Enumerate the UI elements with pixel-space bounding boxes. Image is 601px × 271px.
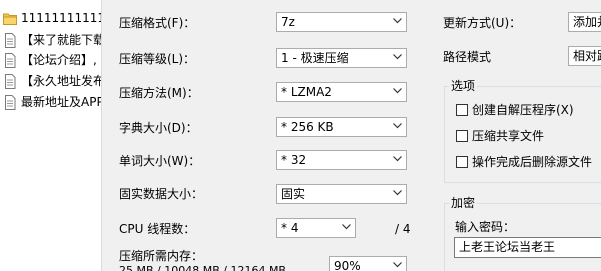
file-list-item[interactable]: 【论坛介绍】, [0, 50, 101, 70]
method-select[interactable]: * LZMA2 [276, 82, 407, 102]
options-group-title: 选项 [449, 79, 478, 93]
method-label: 压缩方法(M)： [119, 86, 199, 100]
shared-files-checkbox[interactable] [456, 130, 468, 142]
word-size-select[interactable]: * 32 [276, 150, 407, 170]
sfx-checkbox[interactable] [456, 104, 468, 116]
path-mode-select[interactable]: 相对路 [568, 46, 601, 66]
text-file-icon [5, 95, 16, 110]
path-mode-label: 路径模式 [443, 50, 492, 64]
file-list-item-label: 最新地址及APP [21, 95, 101, 109]
dict-size-select[interactable]: * 256 KB [276, 117, 407, 137]
cpu-threads-select[interactable]: * 4 [276, 218, 356, 238]
format-select[interactable]: 7z [276, 12, 407, 32]
cpu-threads-max: / 4 [395, 222, 411, 236]
file-list: 11111111111 【来了就能下载 【论坛介绍】, 【永久地址发布 最新地址… [0, 0, 101, 271]
level-value: 1 - 极速压缩 [281, 51, 349, 65]
update-mode-value: 添加并 [573, 15, 601, 29]
file-list-item[interactable]: 【来了就能下载 [0, 30, 101, 50]
update-mode-select[interactable]: 添加并 [568, 12, 601, 32]
level-label: 压缩等级(L)： [119, 52, 196, 66]
file-list-item-label: 【来了就能下载 [21, 33, 101, 47]
archive-options-dialog: 压缩格式(F)： 7z 压缩等级(L)： 1 - 极速压缩 压缩方法(M)： *… [101, 0, 601, 271]
cpu-threads-value: * 4 [281, 221, 299, 235]
chevron-down-icon [393, 190, 402, 196]
level-select[interactable]: 1 - 极速压缩 [276, 48, 407, 68]
file-list-item[interactable]: 最新地址及APP [0, 92, 101, 112]
memory-detail: 25 MB / 10048 MB / 12164 MB [119, 264, 286, 271]
dialog-border [101, 0, 102, 271]
delete-after-checkbox-label: 操作完成后删除源文件 [472, 155, 593, 169]
chevron-down-icon [342, 224, 351, 230]
folder-icon [3, 13, 17, 25]
word-size-value: * 32 [281, 153, 307, 167]
word-size-label: 单词大小(W)： [119, 154, 201, 168]
chevron-down-icon [393, 262, 402, 268]
path-mode-value: 相对路 [573, 49, 601, 63]
text-file-icon [5, 74, 16, 89]
password-input[interactable]: 上老王论坛当老王 [454, 237, 601, 258]
format-value: 7z [281, 15, 295, 29]
solid-size-value: 固实 [281, 187, 306, 201]
format-label: 压缩格式(F)： [119, 16, 196, 30]
chevron-down-icon [393, 123, 402, 129]
chevron-down-icon [393, 88, 402, 94]
text-file-icon [5, 33, 16, 48]
solid-size-select[interactable]: 固实 [276, 184, 407, 204]
encryption-group-title: 加密 [449, 196, 478, 210]
memory-percent-value: 90% [334, 259, 361, 271]
file-list-item[interactable]: 11111111111 [0, 8, 101, 28]
chevron-down-icon [393, 54, 402, 60]
file-list-item-label: 11111111111 [21, 11, 101, 25]
delete-after-checkbox[interactable] [456, 156, 468, 168]
memory-label: 压缩所需内存： [119, 249, 204, 263]
method-value: * LZMA2 [281, 85, 332, 99]
shared-files-checkbox-label: 压缩共享文件 [472, 129, 545, 143]
dict-size-label: 字典大小(D)： [119, 121, 198, 135]
file-list-item-label: 【论坛介绍】, [21, 53, 97, 67]
text-file-icon [5, 53, 16, 68]
chevron-down-icon [393, 18, 402, 24]
update-mode-label: 更新方式(U)： [443, 16, 522, 30]
password-label: 输入密码： [455, 220, 516, 234]
sfx-checkbox-label: 创建自解压程序(X) [472, 103, 574, 117]
memory-percent-select[interactable]: 90% [329, 256, 407, 271]
app-window: 11111111111 【来了就能下载 【论坛介绍】, 【永久地址发布 最新地址… [0, 0, 601, 271]
file-list-item[interactable]: 【永久地址发布 [0, 71, 101, 91]
chevron-down-icon [393, 156, 402, 162]
file-list-item-label: 【永久地址发布 [21, 74, 101, 88]
dict-size-value: * 256 KB [281, 120, 334, 134]
cpu-threads-label: CPU 线程数： [119, 222, 196, 236]
solid-size-label: 固实数据大小： [119, 187, 204, 201]
